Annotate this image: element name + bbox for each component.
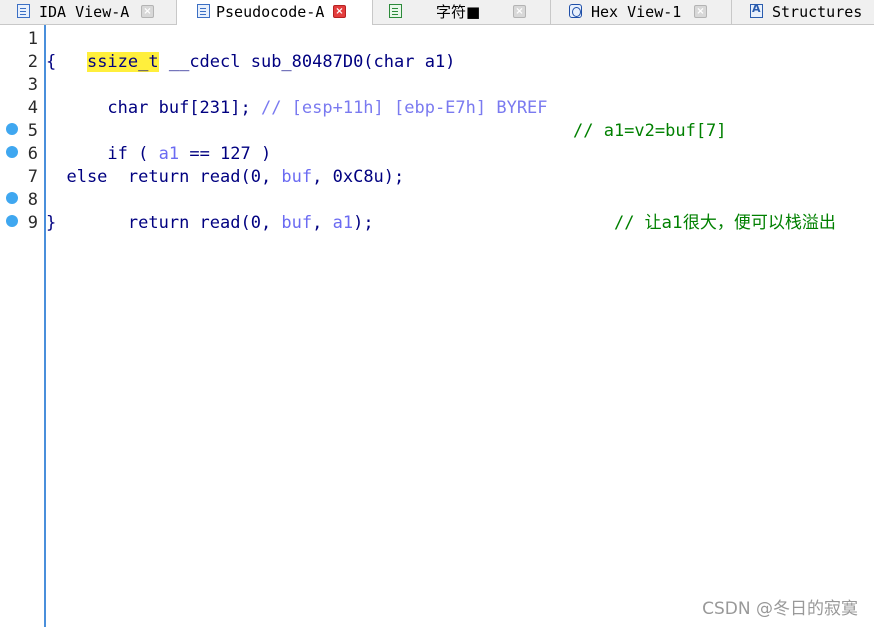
code-line-1[interactable]: ssize_t __cdecl sub_80487D0(char a1) <box>46 28 455 72</box>
line-number: 8 <box>27 190 38 210</box>
variable-buf[interactable]: buf <box>281 167 312 187</box>
comment-text: 让a1很大，便可以栈溢出 <box>644 213 836 233</box>
close-icon[interactable]: × <box>333 5 346 18</box>
line-number: 9 <box>27 213 38 233</box>
hex-view-icon <box>569 4 582 18</box>
tab-bar: IDA View-A × Pseudocode-A × 字符■ × Hex Vi… <box>0 0 874 26</box>
code-line-5[interactable]: if ( a1 == 127 ) <box>46 120 271 164</box>
line-number-gutter[interactable]: 1 2 3 4 5 6 7 8 9 <box>0 25 46 627</box>
pseudocode-icon <box>197 4 210 18</box>
strings-icon <box>389 4 402 18</box>
comment-prefix: // <box>613 213 645 233</box>
close-icon[interactable]: × <box>141 5 154 18</box>
code-text: return read(0, <box>86 167 282 187</box>
tab-hex-view-1[interactable]: Hex View-1 × <box>551 0 732 24</box>
code-comment-line-5: // a1=v2=buf[7] <box>573 121 727 141</box>
tab-label: Hex View-1 <box>591 3 682 21</box>
line-number: 1 <box>27 29 38 49</box>
tab-label: 字符■ <box>436 3 481 21</box>
code-text: , 0xC8u); <box>312 167 405 187</box>
watermark: CSDN @冬日的寂寞 <box>702 599 858 619</box>
tab-label: Structures <box>772 3 863 21</box>
close-icon[interactable]: × <box>513 5 526 18</box>
tab-structures[interactable]: Structures <box>732 0 874 24</box>
code-line-2[interactable]: { <box>46 51 56 74</box>
variable-buf[interactable]: buf <box>281 213 312 233</box>
tab-pseudocode-a[interactable]: Pseudocode-A × <box>177 0 373 26</box>
code-text: , <box>312 213 333 233</box>
structures-icon <box>750 2 763 18</box>
code-line-6[interactable]: return read(0, buf, 0xC8u); <box>46 143 404 187</box>
line-number: 3 <box>27 75 38 95</box>
code-comment: // [esp+11h] [ebp-E7h] BYREF <box>260 98 548 118</box>
code-text: char buf[231]; <box>86 98 261 118</box>
code-text: return read(0, <box>86 213 282 233</box>
close-icon[interactable]: × <box>694 5 707 18</box>
pseudocode-editor[interactable]: ssize_t __cdecl sub_80487D0(char a1) { c… <box>46 25 874 627</box>
code-line-8[interactable]: return read(0, buf, a1); <box>46 189 374 233</box>
tab-ida-view-a[interactable]: IDA View-A × <box>0 0 177 24</box>
line-number: 7 <box>27 167 38 187</box>
line-number: 5 <box>27 121 38 141</box>
tab-label: Pseudocode-A <box>216 3 325 21</box>
line-number: 2 <box>27 52 38 72</box>
ida-view-icon <box>17 4 30 18</box>
code-line-3[interactable]: char buf[231]; // [esp+11h] [ebp-E7h] BY… <box>46 74 547 118</box>
tab-strings[interactable]: 字符■ × <box>373 0 551 24</box>
line-number: 6 <box>27 144 38 164</box>
tab-label: IDA View-A <box>39 3 130 21</box>
code-line-9[interactable]: } <box>46 212 56 235</box>
code-comment-line-8: // 让a1很大，便可以栈溢出 <box>573 189 836 233</box>
code-text: ); <box>353 213 374 233</box>
code-line-7[interactable]: else <box>46 166 107 189</box>
variable-a1[interactable]: a1 <box>333 213 353 233</box>
line-number: 4 <box>27 98 38 118</box>
return-type-highlight[interactable]: ssize_t <box>86 52 159 72</box>
function-signature[interactable]: __cdecl sub_80487D0(char a1) <box>159 52 456 72</box>
